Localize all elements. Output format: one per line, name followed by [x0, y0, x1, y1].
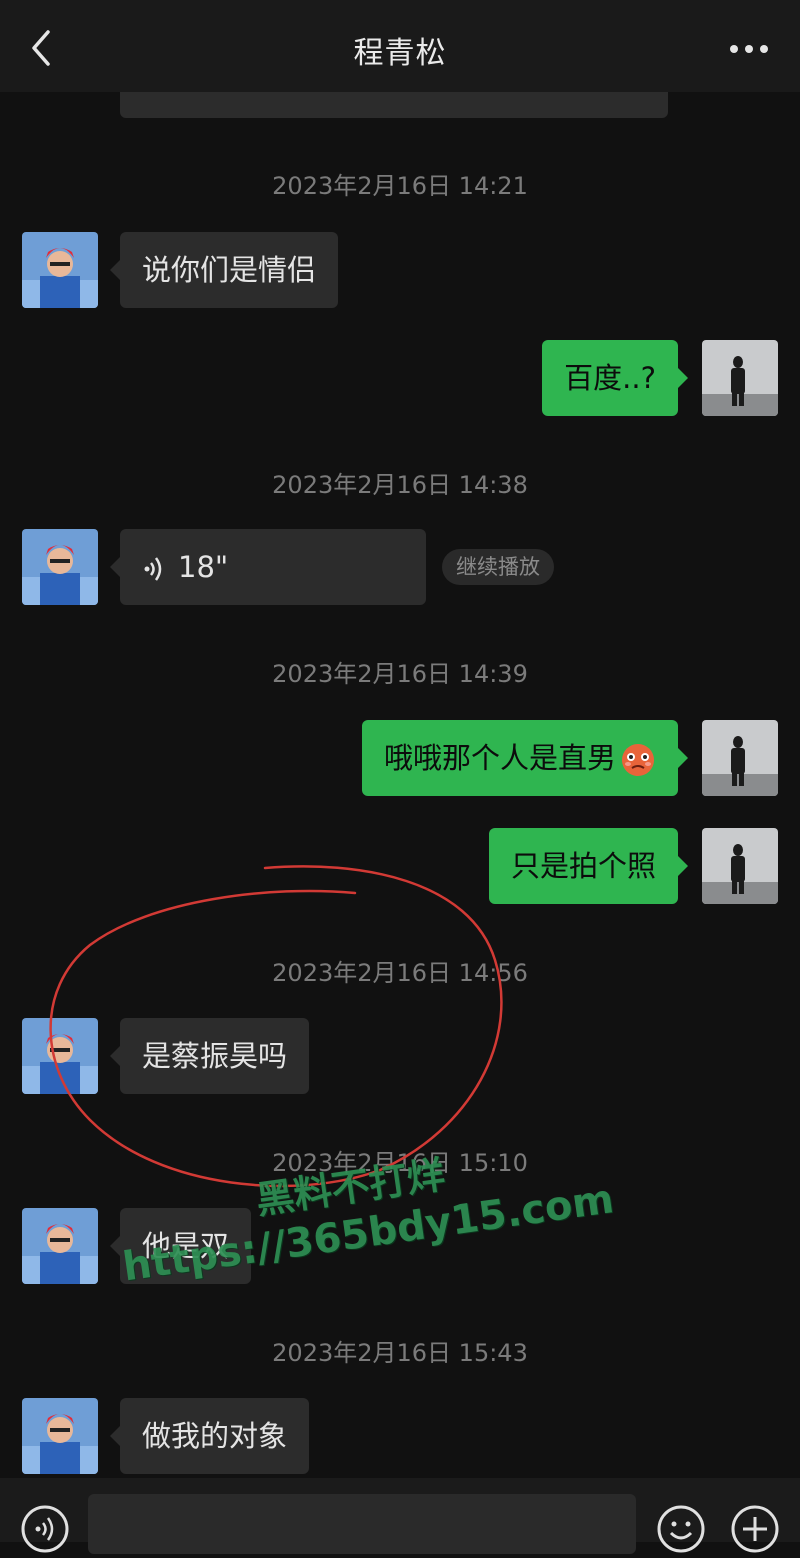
- outgoing-message[interactable]: 哦哦那个人是直男: [361, 720, 689, 796]
- chat-title: 程青松: [353, 36, 447, 71]
- my-avatar[interactable]: [702, 828, 778, 904]
- my-avatar-image: [702, 828, 778, 904]
- message-text: 哦哦那个人是直男: [383, 741, 616, 775]
- incoming-message[interactable]: 说你们是情侣: [109, 232, 339, 308]
- voice-message-icon: [144, 557, 162, 581]
- timestamp: 2023年2月16日 14:38: [272, 471, 528, 499]
- my-avatar[interactable]: [702, 340, 778, 416]
- timestamp: 2023年2月16日 15:43: [272, 1339, 528, 1367]
- incoming-voice-message[interactable]: 18": [110, 529, 426, 605]
- timestamp: 2023年2月16日 14:21: [272, 172, 528, 200]
- more-button[interactable]: [724, 34, 774, 64]
- more-dots-icon: [730, 45, 768, 53]
- chat-header: 程青松: [0, 0, 800, 92]
- outgoing-message[interactable]: 百度..?: [542, 340, 688, 416]
- message-text: 百度..?: [564, 361, 656, 395]
- message-text: 做我的对象: [142, 1419, 288, 1453]
- continue-playing-button[interactable]: 继续播放: [442, 549, 554, 585]
- incoming-message[interactable]: 是蔡振昊吗: [109, 1018, 310, 1094]
- timestamp: 2023年2月16日 14:39: [272, 660, 528, 688]
- contact-avatar[interactable]: [22, 529, 98, 605]
- voice-input-icon: [21, 1505, 69, 1553]
- timestamp: 2023年2月16日 14:56: [272, 959, 528, 987]
- emoji-icon: [657, 1505, 705, 1553]
- previous-message-bubble[interactable]: [120, 92, 668, 118]
- contact-avatar-image: [22, 1208, 98, 1284]
- outgoing-message[interactable]: 只是拍个照: [488, 828, 689, 904]
- flushed-face-emoji: [622, 744, 654, 776]
- plus-icon: [731, 1505, 779, 1553]
- contact-avatar[interactable]: [22, 1208, 98, 1284]
- my-avatar-image: [702, 340, 778, 416]
- message-list[interactable]: 2023年2月16日 14:21 说你们是情侣 百度..? 2023年2月16日…: [0, 92, 800, 1478]
- message-input[interactable]: [88, 1494, 636, 1554]
- contact-avatar-image: [22, 232, 98, 308]
- my-avatar[interactable]: [702, 720, 778, 796]
- contact-avatar[interactable]: [22, 1398, 98, 1474]
- contact-avatar[interactable]: [22, 232, 98, 308]
- contact-avatar-image: [22, 1398, 98, 1474]
- contact-avatar[interactable]: [22, 1018, 98, 1094]
- my-avatar-image: [702, 720, 778, 796]
- plus-button[interactable]: [730, 1504, 780, 1554]
- message-text: 是蔡振昊吗: [142, 1039, 288, 1073]
- contact-avatar-image: [22, 1018, 98, 1094]
- input-bar: [0, 1478, 800, 1554]
- message-text: 说你们是情侣: [142, 253, 317, 287]
- voice-duration: 18": [178, 550, 229, 584]
- voice-input-button[interactable]: [20, 1504, 70, 1554]
- incoming-message[interactable]: 做我的对象: [109, 1398, 310, 1474]
- message-text: 只是拍个照: [510, 849, 656, 883]
- contact-avatar-image: [22, 529, 98, 605]
- emoji-button[interactable]: [656, 1504, 706, 1554]
